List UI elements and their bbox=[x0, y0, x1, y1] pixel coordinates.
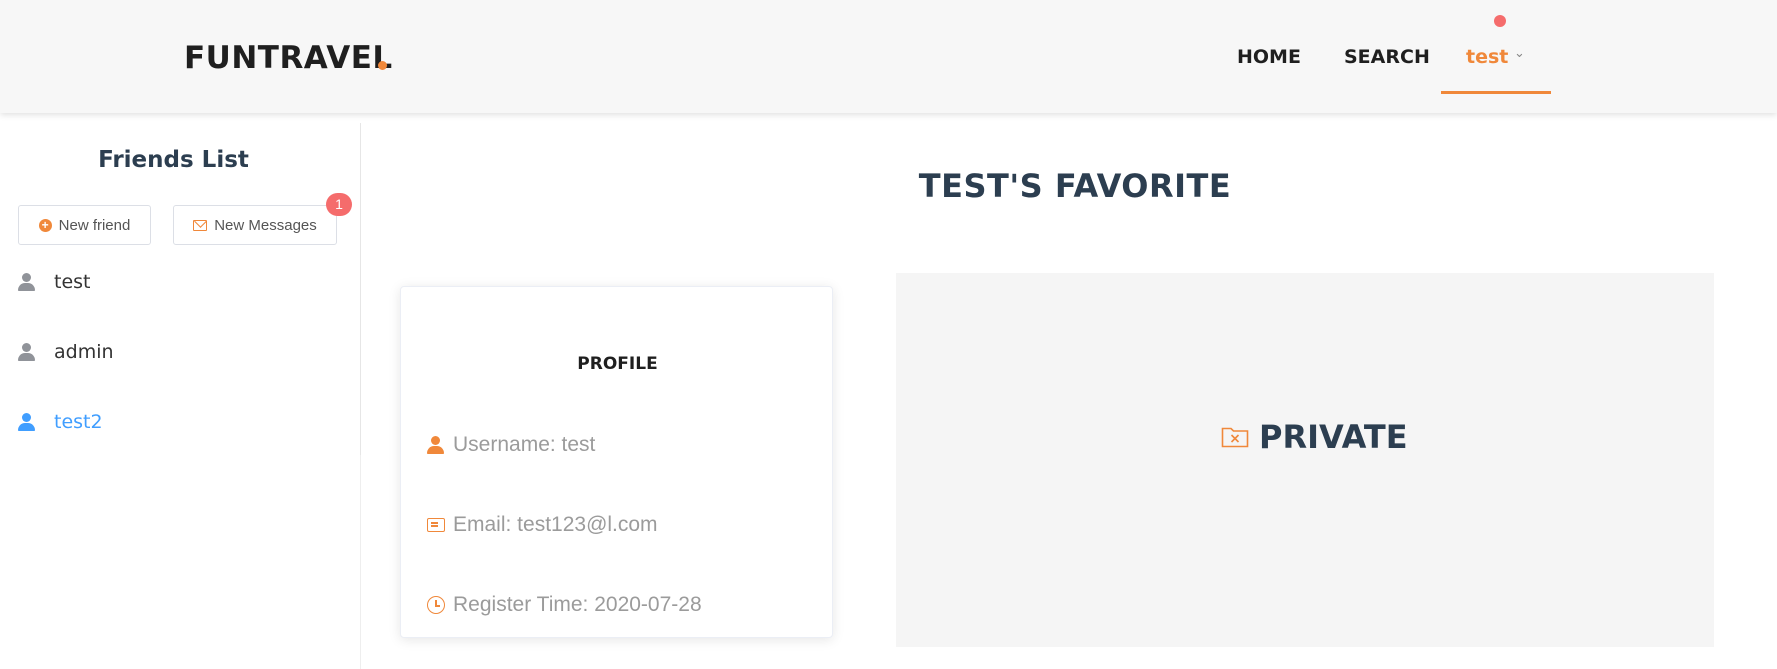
private-label: PRIVATE bbox=[1259, 418, 1408, 456]
new-messages-button[interactable]: New Messages bbox=[173, 205, 337, 245]
nav-search[interactable]: SEARCH bbox=[1344, 46, 1430, 68]
friend-name: admin bbox=[54, 341, 114, 363]
id-card-icon bbox=[427, 518, 445, 532]
mail-icon bbox=[193, 219, 208, 231]
folder-delete-icon bbox=[1221, 426, 1249, 448]
top-header: FUNTRAVEL HOME SEARCH test ⌄ bbox=[0, 0, 1777, 113]
favorites-panel bbox=[896, 273, 1714, 647]
site-logo[interactable]: FUNTRAVEL bbox=[184, 40, 393, 76]
new-messages-label: New Messages bbox=[214, 216, 317, 234]
friend-name: test bbox=[54, 271, 91, 293]
profile-email-text: Email: test123@l.com bbox=[453, 513, 658, 536]
new-friend-button[interactable]: + New friend bbox=[18, 205, 151, 245]
page-title: TEST'S FAVORITE bbox=[918, 167, 1232, 205]
profile-email: Email: test123@l.com bbox=[427, 513, 658, 537]
nav-user-menu[interactable]: test ⌄ bbox=[1441, 0, 1551, 94]
new-friend-label: New friend bbox=[58, 216, 131, 234]
sidebar-divider bbox=[360, 123, 361, 455]
nav-user-label[interactable]: test bbox=[1466, 46, 1508, 68]
profile-register-time: Register Time: 2020-07-28 bbox=[427, 593, 702, 617]
clock-icon bbox=[427, 596, 445, 614]
profile-card: PROFILE Username: test Email: test123@l.… bbox=[400, 286, 833, 638]
profile-username-text: Username: test bbox=[453, 433, 596, 456]
messages-badge: 1 bbox=[326, 193, 352, 216]
user-icon bbox=[427, 436, 445, 454]
logo-dot bbox=[378, 61, 387, 70]
nav-home[interactable]: HOME bbox=[1237, 46, 1301, 68]
profile-title: PROFILE bbox=[577, 354, 658, 374]
sidebar-divider-lower bbox=[360, 455, 361, 669]
friends-list-title: Friends List bbox=[98, 147, 249, 173]
profile-username: Username: test bbox=[427, 433, 595, 457]
user-icon bbox=[18, 273, 36, 291]
user-icon bbox=[18, 343, 36, 361]
user-icon bbox=[18, 413, 36, 431]
private-indicator: PRIVATE bbox=[1221, 418, 1408, 456]
friends-sidebar: Friends List + New friend New Messages 1… bbox=[0, 113, 360, 669]
friend-item-test[interactable]: test bbox=[18, 267, 91, 297]
friend-item-test2[interactable]: test2 bbox=[18, 407, 103, 437]
chevron-down-icon[interactable]: ⌄ bbox=[1514, 46, 1525, 61]
notification-dot bbox=[1494, 15, 1506, 27]
friend-name: test2 bbox=[54, 411, 103, 433]
profile-register-text: Register Time: 2020-07-28 bbox=[453, 593, 702, 616]
friend-item-admin[interactable]: admin bbox=[18, 337, 114, 367]
plus-circle-icon: + bbox=[38, 218, 52, 232]
